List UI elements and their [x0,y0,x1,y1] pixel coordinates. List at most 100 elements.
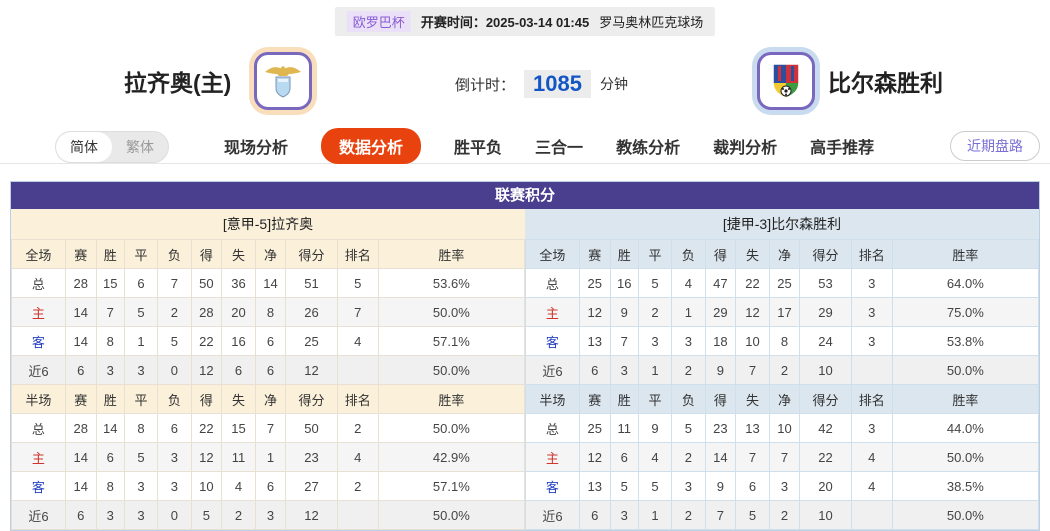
row-label: 近6 [526,356,580,385]
match-info-bar: 欧罗巴杯 开赛时间：2025-03-14 01:45 罗马奥林匹克球场 [335,7,715,36]
stat-cell: 3 [851,414,892,443]
stat-cell: 8 [96,327,124,356]
stat-cell: 6 [255,356,286,385]
tab-active[interactable]: 数据分析 [321,128,421,164]
stat-cell: 50.0% [378,414,524,443]
stat-cell: 5 [638,269,671,298]
stat-cell: 22 [191,414,222,443]
column-header: 得 [705,240,736,269]
stat-cell: 7 [736,356,769,385]
away-table-subtitle: [捷甲-3]比尔森胜利 [525,209,1039,239]
stat-cell: 3 [124,472,157,501]
stat-cell: 14 [65,443,96,472]
tab-item[interactable]: 胜平负 [454,134,502,158]
countdown-unit: 分钟 [600,74,628,94]
stat-cell: 2 [672,501,705,530]
table-row: 近6633012661250.0% [12,356,525,385]
club-crest-icon [766,61,806,101]
stat-cell: 3 [255,501,286,530]
lang-traditional-button[interactable]: 繁体 [112,132,168,162]
column-header: 胜 [96,240,124,269]
stat-cell: 12 [736,298,769,327]
stat-cell: 3 [610,501,638,530]
stat-cell: 7 [255,414,286,443]
stat-cell: 53.8% [892,327,1038,356]
stat-cell: 28 [65,414,96,443]
table-row: 总25165447222553364.0% [526,269,1039,298]
column-header: 半场 [526,385,580,414]
stat-cell: 5 [337,269,378,298]
stat-cell: 18 [705,327,736,356]
table-row: 近663127521050.0% [526,501,1039,530]
tab-item[interactable]: 现场分析 [224,134,288,158]
stat-cell: 3 [672,472,705,501]
column-header: 赛 [65,385,96,414]
stat-cell: 25 [286,327,337,356]
stat-cell: 6 [65,356,96,385]
stat-cell: 4 [851,443,892,472]
column-header: 胜率 [378,385,524,414]
column-header: 平 [638,240,671,269]
stat-cell: 16 [222,327,255,356]
stat-cell: 27 [286,472,337,501]
home-team-name: 拉齐奥(主) [124,64,231,98]
stat-cell: 25 [769,269,800,298]
stat-cell: 6 [255,327,286,356]
column-header: 得分 [800,385,851,414]
stat-cell: 53.6% [378,269,524,298]
column-header: 净 [255,240,286,269]
row-label: 近6 [12,501,66,530]
tab-item[interactable]: 裁判分析 [713,134,777,158]
stat-cell: 3 [851,327,892,356]
home-table-subtitle: [意甲-5]拉齐奥 [11,209,525,239]
stat-cell: 3 [610,356,638,385]
home-team-logo [254,52,312,110]
stat-cell: 5 [124,298,157,327]
stat-cell: 0 [158,501,191,530]
column-header: 排名 [851,385,892,414]
stat-cell: 3 [851,298,892,327]
stat-cell [337,356,378,385]
stat-cell: 26 [286,298,337,327]
stat-cell: 1 [124,327,157,356]
column-header: 赛 [579,385,610,414]
language-toggle[interactable]: 简体 繁体 [55,131,169,163]
stat-cell: 8 [124,414,157,443]
recent-odds-button[interactable]: 近期盘路 [950,131,1040,161]
stat-cell: 7 [610,327,638,356]
stat-cell: 42 [800,414,851,443]
stat-cell: 13 [579,327,610,356]
row-label: 客 [526,472,580,501]
stat-cell: 50.0% [378,501,524,530]
stat-cell: 11 [610,414,638,443]
stat-cell: 3 [638,327,671,356]
stat-cell: 7 [337,298,378,327]
row-label: 近6 [526,501,580,530]
table-row: 近663305231250.0% [12,501,525,530]
column-header: 得 [705,385,736,414]
stat-cell: 6 [96,443,124,472]
stat-cell: 29 [705,298,736,327]
tab-item[interactable]: 高手推荐 [810,134,874,158]
stat-cell: 12 [191,443,222,472]
stat-cell: 25 [579,269,610,298]
row-label: 主 [12,298,66,327]
column-header: 赛 [579,240,610,269]
column-header: 平 [124,240,157,269]
countdown-label: 倒计时： [455,74,515,95]
stat-cell: 50.0% [892,443,1038,472]
stat-cell: 0 [158,356,191,385]
column-header: 排名 [337,240,378,269]
stat-cell: 14 [65,472,96,501]
stat-cell: 3 [851,269,892,298]
stat-cell: 12 [579,443,610,472]
stat-cell: 2 [769,356,800,385]
tab-item[interactable]: 教练分析 [616,134,680,158]
row-label: 总 [12,414,66,443]
tab-item[interactable]: 三合一 [535,134,583,158]
lang-simplified-button[interactable]: 简体 [56,132,112,162]
column-header: 得 [191,385,222,414]
column-header: 胜率 [892,240,1038,269]
table-row: 客148152216625457.1% [12,327,525,356]
stat-cell: 25 [579,414,610,443]
